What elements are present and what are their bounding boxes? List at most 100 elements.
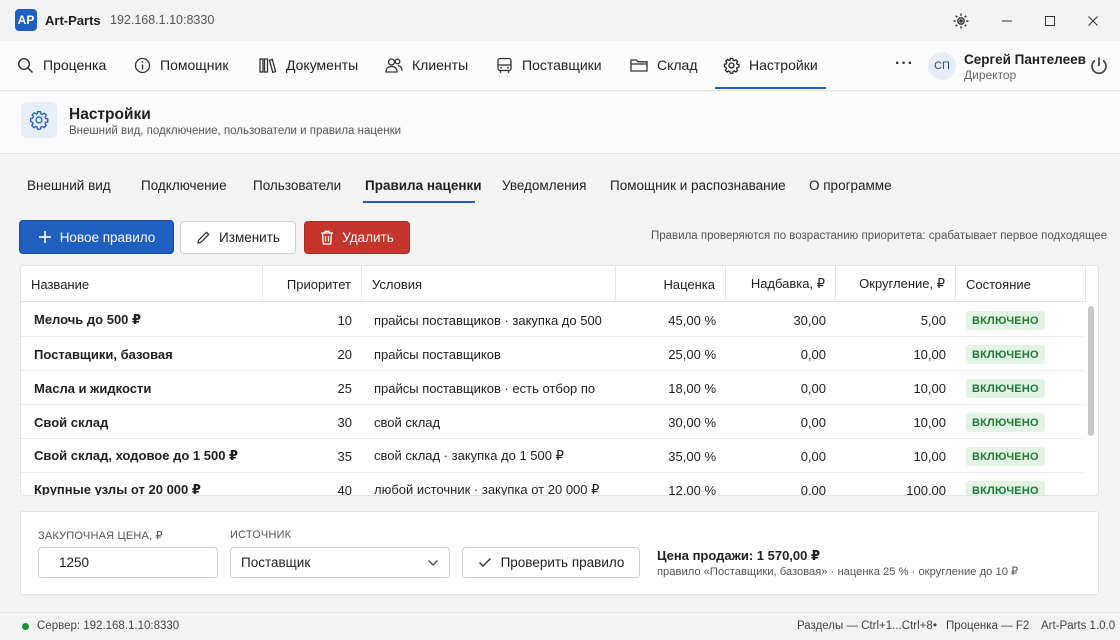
new-rule-label: Новое правило	[59, 229, 156, 245]
cell-markup: 30,00 %	[668, 414, 716, 430]
table-row[interactable]: Крупные узлы от 20 000 ₽ 40 любой источн…	[21, 473, 1085, 496]
cell-rounding: 10,00	[913, 414, 946, 430]
table-row[interactable]: Поставщики, базовая 20 прайсы поставщико…	[21, 337, 1085, 371]
sale-price-detail: правило «Поставщики, базовая» · наценка …	[657, 566, 1019, 578]
edit-label: Изменить	[219, 230, 280, 245]
active-tab-indicator	[363, 201, 475, 203]
cell-priority: 35	[337, 448, 352, 464]
more-menu-icon[interactable]: ···	[895, 55, 914, 73]
tab-users[interactable]: Пользователи	[253, 178, 341, 193]
nav-item-suppliers[interactable]: Поставщики	[496, 41, 602, 89]
cell-conditions: свой склад · закупка до 1 500 ₽	[374, 448, 564, 463]
delete-button[interactable]: Удалить	[304, 221, 410, 254]
tab-appearance[interactable]: Внешний вид	[27, 178, 111, 193]
source-select-value: Поставщик	[241, 555, 311, 570]
cell-priority: 20	[337, 346, 352, 362]
cell-rounding: 10,00	[913, 448, 946, 464]
app-name: Art-Parts	[45, 13, 101, 28]
gear-icon	[723, 57, 740, 74]
check-rule-label: Проверить правило	[500, 555, 625, 570]
cell-rounding: 10,00	[913, 380, 946, 396]
nav-item-label: Клиенты	[412, 57, 469, 73]
cell-surcharge: 0,00	[800, 346, 826, 362]
table-row[interactable]: Масла и жидкости 25 прайсы поставщиков ·…	[21, 371, 1085, 405]
column-header-priority[interactable]: Приоритет	[263, 266, 362, 302]
table-scrollbar[interactable]	[1088, 306, 1094, 436]
cell-markup: 35,00 %	[668, 448, 716, 464]
users-icon	[385, 57, 403, 73]
cell-surcharge: 30,00	[793, 312, 826, 328]
sections-hotkey: Разделы — Ctrl+1...Ctrl+8	[797, 620, 933, 632]
nav-item-settings[interactable]: Настройки	[715, 41, 826, 89]
cell-markup: 12,00 %	[668, 482, 716, 496]
column-header-status[interactable]: Состояние	[956, 266, 1086, 302]
power-icon[interactable]	[1089, 56, 1109, 79]
tab-markup-rules[interactable]: Правила наценки	[365, 178, 482, 193]
check-icon	[478, 558, 491, 567]
page-title: Настройки	[69, 106, 151, 123]
column-header-surcharge[interactable]: Надбавка, ₽	[726, 266, 836, 302]
cell-conditions: прайсы поставщиков	[374, 346, 501, 362]
tab-assistant-recognition[interactable]: Помощник и распознавание	[610, 178, 786, 193]
close-icon[interactable]	[1082, 10, 1104, 32]
nav-item-label: Проценка	[43, 57, 107, 73]
new-rule-button[interactable]: Новое правило	[19, 220, 174, 254]
cell-markup: 18,00 %	[668, 380, 716, 396]
cell-name: Мелочь до 500 ₽	[34, 312, 142, 327]
tab-notifications[interactable]: Уведомления	[502, 178, 586, 193]
rules-table: Название Приоритет Условия Наценка Надба…	[20, 265, 1099, 496]
pricing-hotkey: Проценка — F2	[946, 620, 1030, 632]
status-badge: ВКЛЮЧЕНО	[966, 311, 1045, 330]
cell-name: Свой склад	[34, 414, 109, 430]
nav-item-assistant[interactable]: Помощник	[134, 41, 228, 89]
cell-priority: 30	[337, 414, 352, 430]
cell-rounding: 10,00	[913, 346, 946, 362]
cell-conditions: прайсы поставщиков · есть отбор по	[374, 380, 596, 396]
server-status: Сервер: 192.168.1.10:8330	[37, 620, 180, 632]
cell-priority: 40	[337, 482, 352, 496]
nav-item-label: Настройки	[749, 57, 818, 73]
nav-item-warehouse[interactable]: Склад	[630, 41, 698, 89]
cell-surcharge: 0,00	[800, 414, 826, 430]
theme-toggle-icon[interactable]	[950, 10, 972, 32]
tab-about[interactable]: О программе	[809, 178, 892, 193]
column-header-name[interactable]: Название	[21, 266, 263, 302]
source-label: ИСТОЧНИК	[230, 529, 292, 541]
table-row[interactable]: Свой склад 30 свой склад 30,00 % 0,00 10…	[21, 405, 1085, 439]
nav-item-label: Поставщики	[522, 57, 602, 73]
maximize-icon[interactable]	[1039, 10, 1061, 32]
delete-label: Удалить	[342, 230, 394, 245]
nav-item-label: Помощник	[160, 57, 229, 73]
edit-button[interactable]: Изменить	[180, 221, 296, 254]
cell-name: Масла и жидкости	[34, 380, 152, 396]
table-row[interactable]: Мелочь до 500 ₽ 10 прайсы поставщиков · …	[21, 303, 1085, 337]
column-header-conditions[interactable]: Условия	[362, 266, 616, 302]
nav-item-label: Документы	[286, 57, 359, 73]
app-logo: AP	[15, 9, 37, 31]
nav-item-clients[interactable]: Клиенты	[385, 41, 468, 89]
cell-priority: 25	[337, 380, 352, 396]
pencil-icon	[197, 231, 210, 244]
nav-item-documents[interactable]: Документы	[259, 41, 358, 89]
sale-price-result: Цена продажи: 1 570,00 ₽	[657, 548, 821, 563]
nav-item-pricing[interactable]: Проценка	[17, 41, 106, 89]
page-header	[0, 92, 1120, 154]
check-rule-button[interactable]: Проверить правило	[462, 547, 640, 578]
minimize-icon[interactable]	[996, 10, 1018, 32]
cell-priority: 10	[337, 312, 352, 328]
avatar[interactable]: СП	[928, 52, 956, 80]
status-badge: ВКЛЮЧЕНО	[966, 447, 1045, 466]
chevron-down-icon	[428, 559, 438, 566]
plus-icon	[38, 231, 51, 243]
column-header-rounding[interactable]: Округление, ₽	[836, 266, 956, 302]
tab-connection[interactable]: Подключение	[141, 178, 227, 193]
cell-rounding: 100,00	[906, 482, 946, 496]
cell-conditions: любой источник · закупка от 20 000 ₽	[374, 482, 600, 496]
column-header-markup[interactable]: Наценка	[616, 266, 726, 302]
cell-conditions: свой склад	[374, 414, 441, 430]
table-row[interactable]: Свой склад, ходовое до 1 500 ₽ 35 свой с…	[21, 439, 1085, 473]
price-input[interactable]: 1250	[38, 547, 218, 578]
cell-surcharge: 0,00	[800, 482, 826, 496]
source-select[interactable]: Поставщик	[230, 547, 450, 578]
price-label: ЗАКУПОЧНАЯ ЦЕНА, ₽	[38, 530, 163, 542]
